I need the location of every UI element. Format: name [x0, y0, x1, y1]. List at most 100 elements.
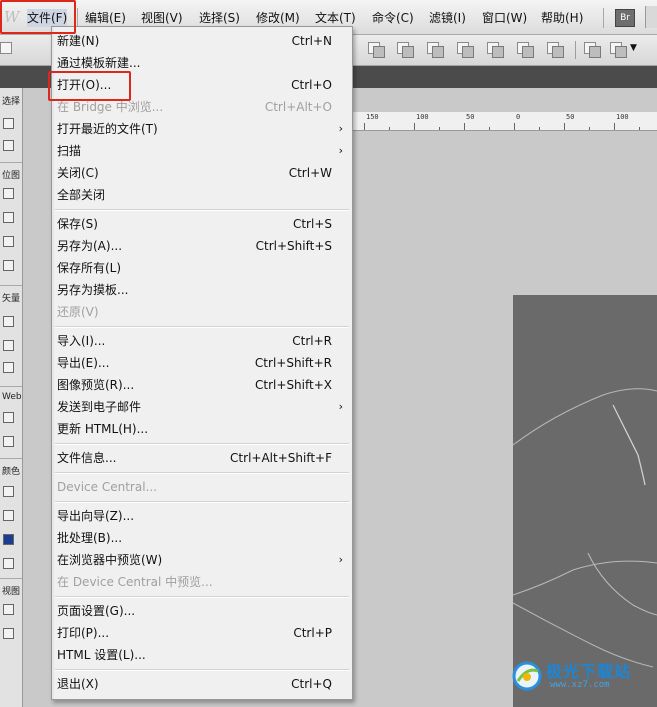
join-icon[interactable]: [427, 42, 444, 58]
group-icon[interactable]: [368, 42, 385, 58]
menu-separator: [55, 209, 349, 211]
ruler-tick: [389, 127, 390, 130]
menu-item-preview-in-browser[interactable]: 在浏览器中预览(W) ›: [52, 549, 352, 571]
menu-item-save-as[interactable]: 另存为(A)... Ctrl+Shift+S: [52, 235, 352, 257]
menu-item-save-all[interactable]: 保存所有(L): [52, 257, 352, 279]
menu-item-shortcut: Ctrl+Q: [291, 677, 332, 691]
intersect-icon[interactable]: [517, 42, 534, 58]
menu-separator: [55, 596, 349, 598]
hotspot-tool-icon[interactable]: [3, 412, 14, 423]
arrange-icon[interactable]: [487, 42, 504, 58]
menubar-extra: [645, 6, 657, 28]
menu-item-save[interactable]: 保存(S) Ctrl+S: [52, 213, 352, 235]
ruler-label: 100: [616, 113, 629, 121]
menu-item-new-from-template[interactable]: 通过模板新建...: [52, 52, 352, 74]
menu-item-html-settings[interactable]: HTML 设置(L)...: [52, 644, 352, 666]
menu-item-open[interactable]: 打开(O)... Ctrl+O: [52, 74, 352, 96]
menu-commands[interactable]: 命令(C): [372, 9, 414, 27]
menu-separator: [603, 8, 604, 28]
menu-item-exit[interactable]: 退出(X) Ctrl+Q: [52, 673, 352, 695]
screen-mode-icon[interactable]: [3, 604, 14, 615]
menu-item-label: 关闭(C): [57, 166, 99, 180]
menu-item-import[interactable]: 导入(I)... Ctrl+R: [52, 330, 352, 352]
panel-divider: [0, 386, 22, 387]
menu-separator: [55, 669, 349, 671]
fill-color-icon[interactable]: [3, 534, 14, 545]
stroke-color-icon[interactable]: [3, 510, 14, 521]
marquee-tool-icon[interactable]: [3, 188, 14, 199]
menu-item-save-as-template[interactable]: 另存为摸板...: [52, 279, 352, 301]
menu-text[interactable]: 文本(T): [315, 9, 356, 27]
rotate-icon[interactable]: [584, 42, 601, 58]
new-document-icon[interactable]: [0, 42, 16, 56]
split-icon[interactable]: [457, 42, 474, 58]
watermark-logo-icon: [512, 661, 542, 691]
menu-item-new[interactable]: 新建(N) Ctrl+N: [52, 30, 352, 52]
menu-help[interactable]: 帮助(H): [541, 9, 583, 27]
brush-tool-icon[interactable]: [3, 212, 14, 223]
eyedropper-tool-icon[interactable]: [3, 486, 14, 497]
menu-view[interactable]: 视图(V): [141, 9, 183, 27]
document-canvas[interactable]: [513, 295, 657, 707]
menu-item-print[interactable]: 打印(P)... Ctrl+P: [52, 622, 352, 644]
tools-section-label: 选择: [2, 97, 21, 107]
punch-icon[interactable]: [547, 42, 564, 58]
menu-filters[interactable]: 滤镜(I): [429, 9, 466, 27]
pen-tool-icon[interactable]: [3, 362, 14, 373]
ruler-tick: [464, 123, 465, 130]
menu-file[interactable]: 文件(F): [27, 9, 68, 27]
menu-item-batch-process[interactable]: 批处理(B)...: [52, 527, 352, 549]
submenu-arrow-icon: ›: [338, 122, 343, 135]
combine-icon[interactable]: [397, 42, 414, 58]
menu-item-update-html[interactable]: 更新 HTML(H)...: [52, 418, 352, 440]
tools-panel: 选择 位图 矢量 Web 颜色 视图: [0, 88, 23, 707]
watermark-title: 极光下载站: [546, 662, 632, 681]
menu-item-label: 页面设置(G)...: [57, 604, 136, 618]
menu-item-close-all[interactable]: 全部关闭: [52, 184, 352, 206]
menu-item-label: 全部关闭: [57, 188, 106, 202]
pointer-tool-icon[interactable]: [3, 118, 14, 129]
menu-item-label: 保存(S): [57, 217, 98, 231]
menu-item-export[interactable]: 导出(E)... Ctrl+Shift+R: [52, 352, 352, 374]
menu-item-send-email[interactable]: 发送到电子邮件 ›: [52, 396, 352, 418]
menu-separator: [55, 443, 349, 445]
bridge-button[interactable]: Br: [615, 9, 635, 27]
menu-item-open-recent[interactable]: 打开最近的文件(T) ›: [52, 118, 352, 140]
menu-separator: [55, 326, 349, 328]
menu-modify[interactable]: 修改(M): [256, 9, 300, 27]
menu-item-file-info[interactable]: 文件信息... Ctrl+Alt+Shift+F: [52, 447, 352, 469]
menu-item-label: 导出(E)...: [57, 356, 110, 370]
menu-separator: [55, 472, 349, 474]
ruler-label: 100: [416, 113, 429, 121]
rectangle-tool-icon[interactable]: [3, 340, 14, 351]
menu-item-label: 通过模板新建...: [57, 56, 141, 70]
hand-tool-icon[interactable]: [3, 628, 14, 639]
tools-section-label: 颜色: [2, 467, 21, 477]
bucket-tool-icon[interactable]: [3, 260, 14, 271]
menu-select[interactable]: 选择(S): [199, 9, 240, 27]
crop-tool-icon[interactable]: [3, 140, 14, 151]
ruler-tick: [639, 127, 640, 130]
menu-edit[interactable]: 编辑(E): [85, 9, 126, 27]
ruler-tick: [539, 127, 540, 130]
menu-item-page-setup[interactable]: 页面设置(G)...: [52, 600, 352, 622]
no-color-icon[interactable]: [3, 558, 14, 569]
menu-item-label: 新建(N): [57, 34, 100, 48]
align-dropdown-icon[interactable]: [610, 42, 627, 58]
menu-item-image-preview[interactable]: 图像预览(R)... Ctrl+Shift+X: [52, 374, 352, 396]
menu-item-label: HTML 设置(L)...: [57, 648, 146, 662]
menu-item-label: 在 Bridge 中浏览...: [57, 100, 164, 114]
menu-window[interactable]: 窗口(W): [482, 9, 527, 27]
menu-item-shortcut: Ctrl+Shift+R: [254, 356, 332, 370]
ruler-label: 150: [366, 113, 379, 121]
menu-item-scan[interactable]: 扫描 ›: [52, 140, 352, 162]
menu-item-close[interactable]: 关闭(C) Ctrl+W: [52, 162, 352, 184]
line-tool-icon[interactable]: [3, 316, 14, 327]
panel-divider: [0, 162, 22, 163]
slice-tool-icon[interactable]: [3, 436, 14, 447]
menu-item-export-wizard[interactable]: 导出向导(Z)...: [52, 505, 352, 527]
tools-section-label: Web: [2, 392, 22, 402]
pencil-tool-icon[interactable]: [3, 236, 14, 247]
menu-item-label: 扫描: [57, 144, 82, 158]
chevron-down-icon[interactable]: ▼: [630, 43, 637, 53]
